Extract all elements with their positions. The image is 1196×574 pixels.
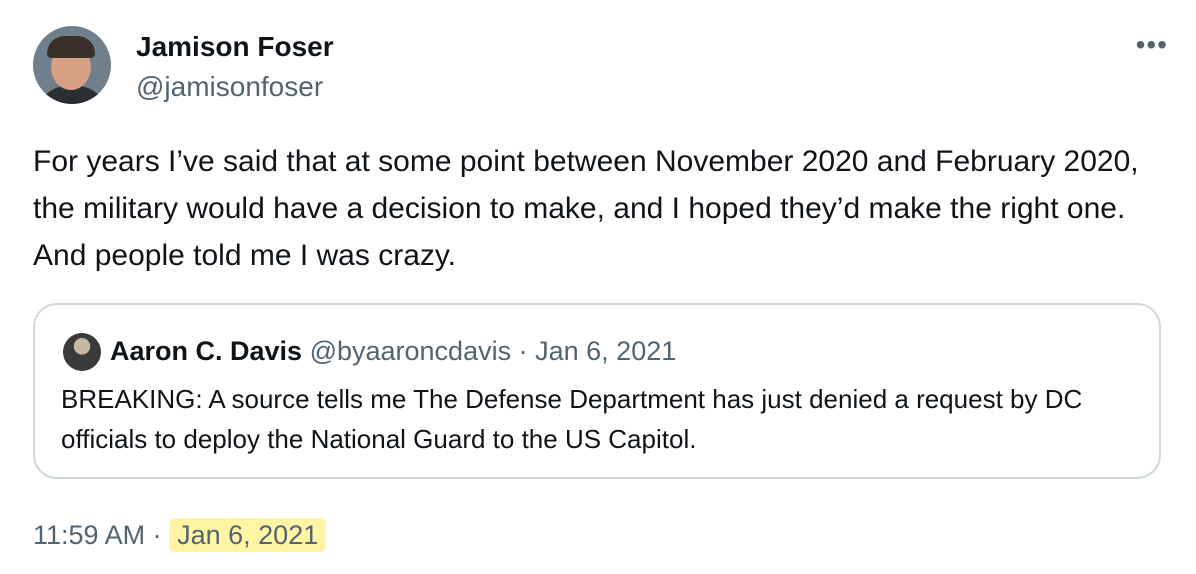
quoted-tweet-header: Aaron C. Davis @byaaroncdavis · Jan 6, 2… [110, 333, 676, 369]
quoted-author-handle: @byaaroncdavis [309, 336, 512, 366]
tweet-text: For years I’ve said that at some point b… [33, 145, 1139, 272]
avatar-hair [47, 36, 95, 58]
tweet-footer: 11:59 AM · Jan 6, 2021 [33, 515, 327, 555]
quoted-separator: · [518, 336, 528, 366]
tweet-time[interactable]: 11:59 AM [33, 520, 145, 550]
author-handle[interactable]: @jamisonfoser [136, 70, 323, 104]
footer-separator: · [152, 520, 162, 550]
author-name[interactable]: Jamison Foser [136, 30, 334, 64]
quoted-author-name: Aaron C. Davis [110, 336, 303, 366]
author-avatar[interactable] [33, 26, 111, 104]
quoted-date: Jan 6, 2021 [535, 336, 677, 366]
more-options-icon[interactable]: ••• [1136, 30, 1168, 60]
tweet-date-highlighted[interactable]: Jan 6, 2021 [169, 518, 327, 552]
quoted-tweet[interactable]: Aaron C. Davis @byaaroncdavis · Jan 6, 2… [33, 303, 1161, 479]
quoted-tweet-text: BREAKING: A source tells me The Defense … [61, 384, 1083, 454]
quoted-author-avatar [63, 333, 101, 371]
